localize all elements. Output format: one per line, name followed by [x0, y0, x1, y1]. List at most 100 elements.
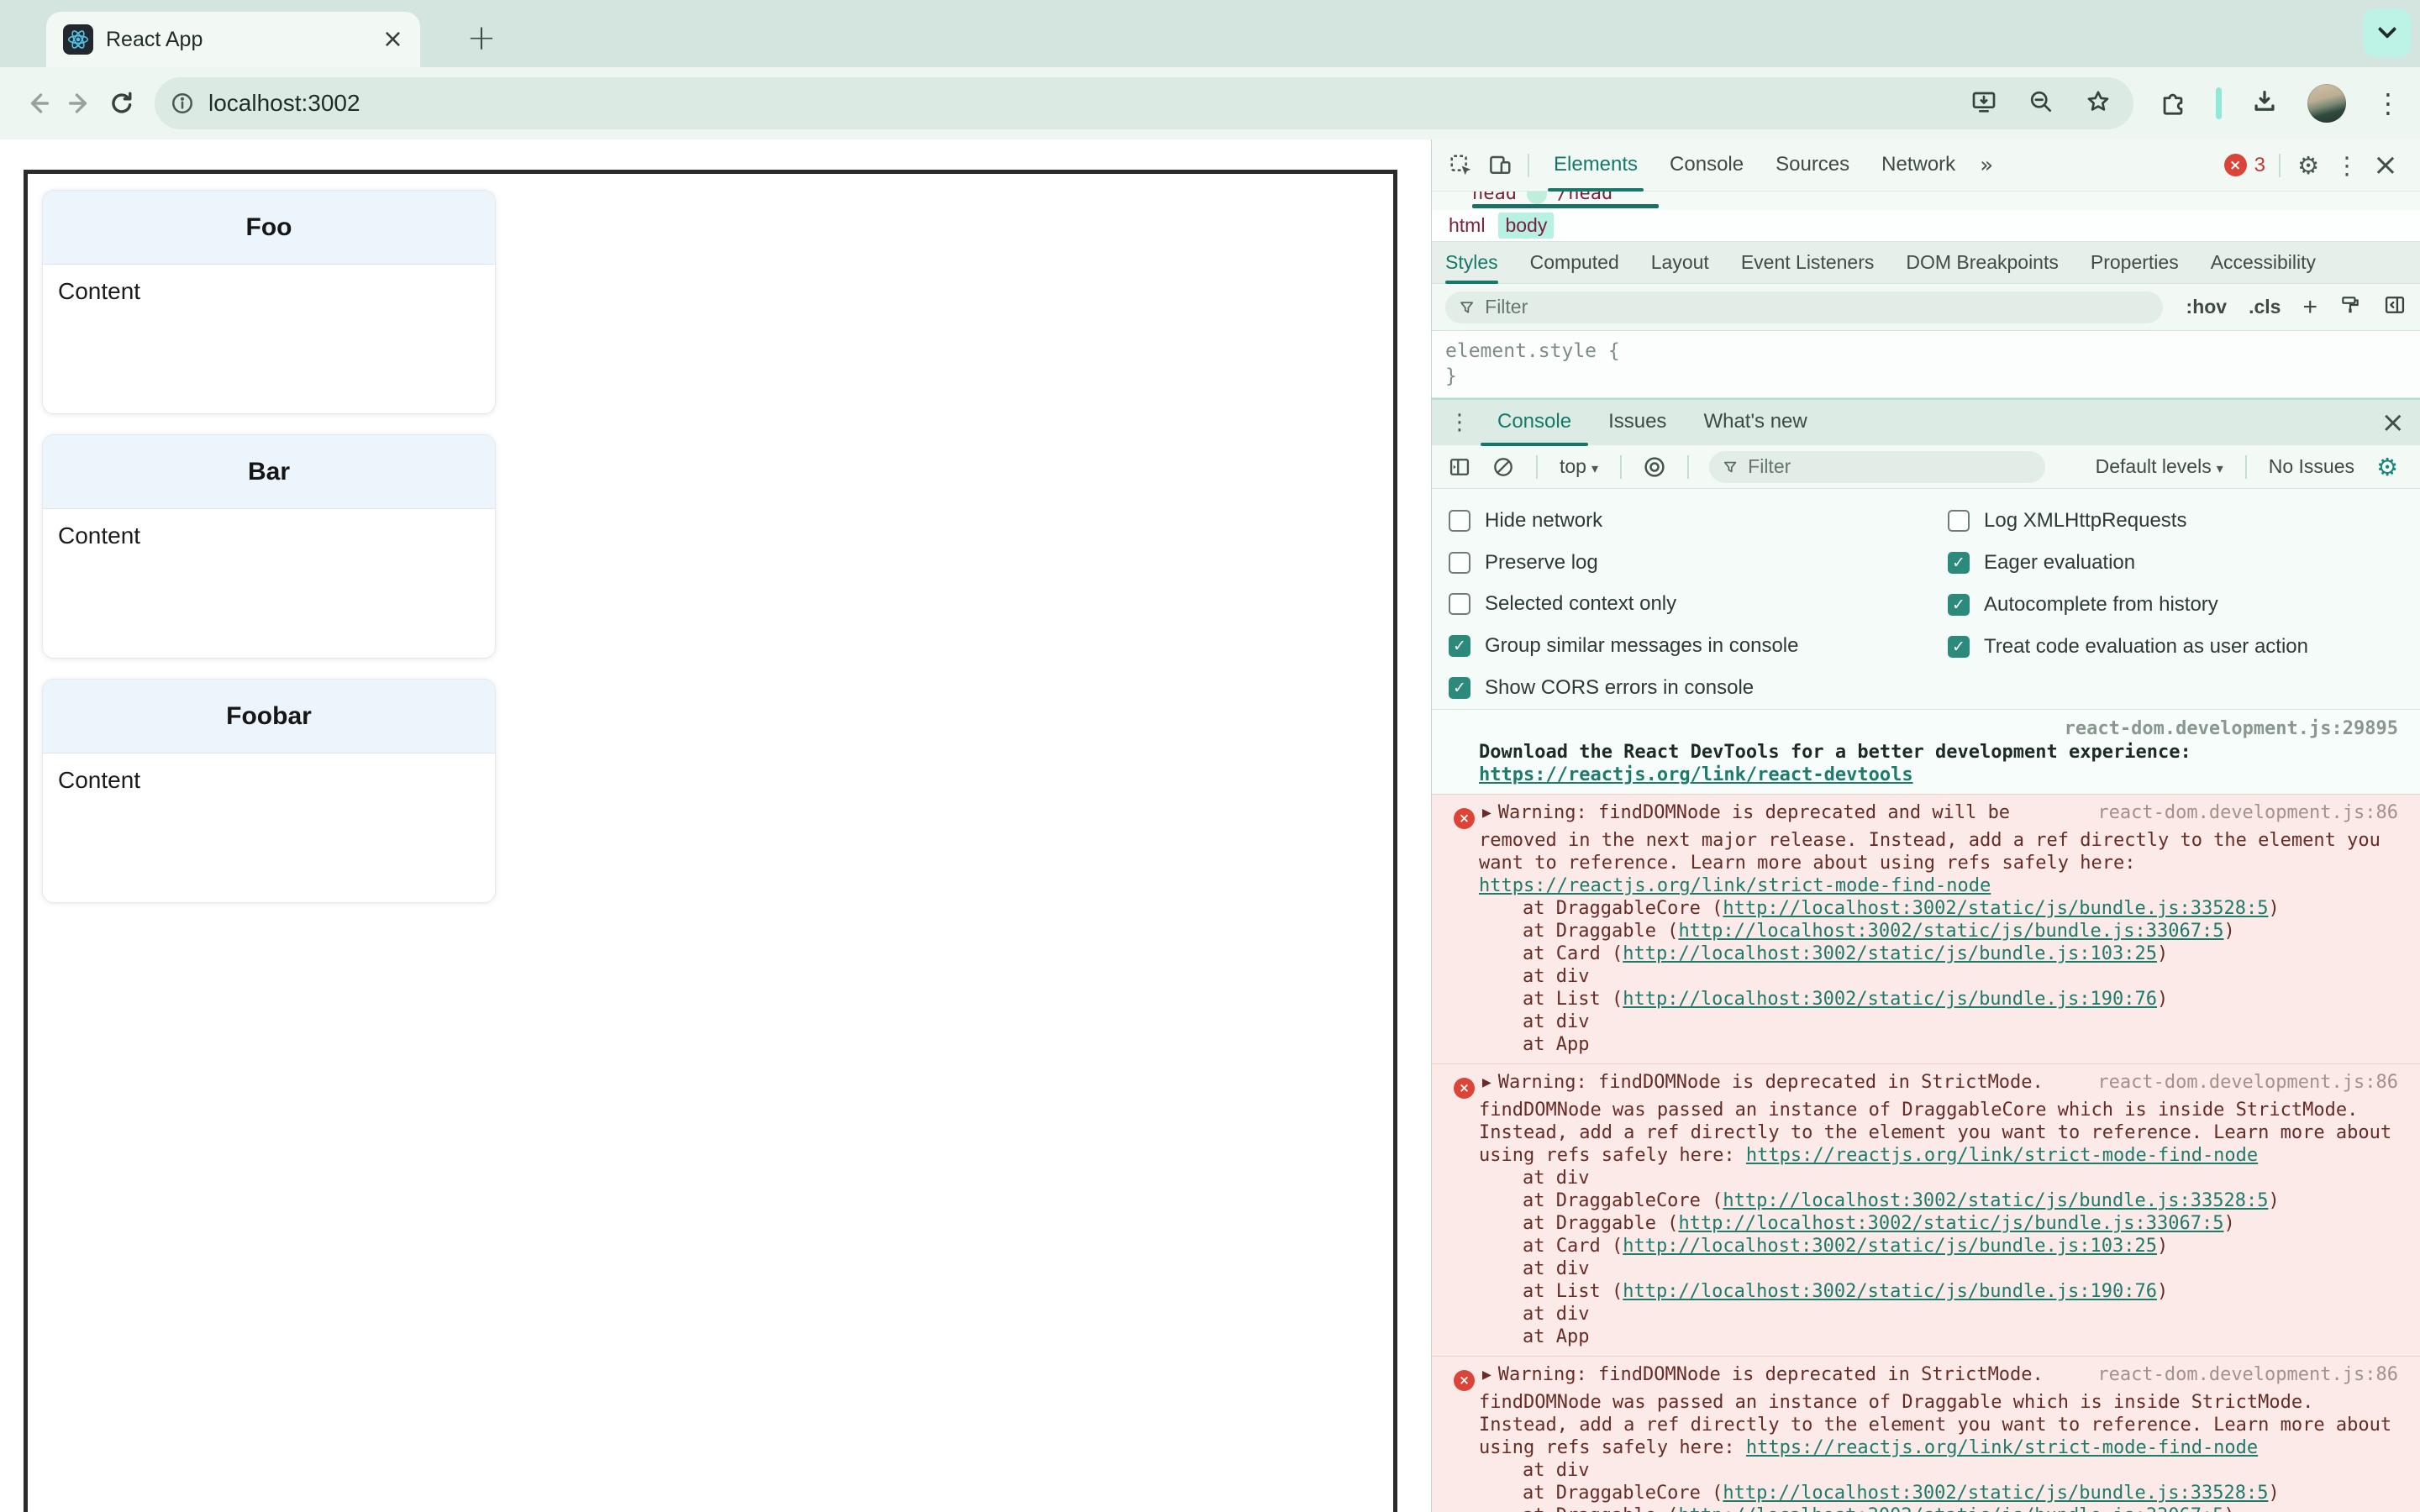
element-style-block[interactable]: element.style { } [1432, 331, 2420, 398]
source-location-link[interactable]: react-dom.development.js:86 [2097, 1363, 2398, 1386]
stack-frame-link[interactable]: http://localhost:3002/static/js/bundle.j… [1623, 943, 2157, 964]
url-text[interactable]: localhost:3002 [208, 90, 360, 117]
url-bar[interactable]: localhost:3002 [155, 77, 2133, 129]
new-tab-button[interactable]: + [458, 13, 505, 60]
card-header[interactable]: Foobar [43, 680, 495, 753]
dock-sidebar-icon[interactable] [2383, 293, 2407, 321]
card-header[interactable]: Foo [43, 191, 495, 265]
class-toggle[interactable]: .cls [2249, 296, 2281, 318]
browser-tab[interactable]: React App × [46, 12, 420, 67]
tab-search-chevron-button[interactable] [2363, 8, 2412, 57]
expand-triangle-icon[interactable]: ▶ [1482, 1368, 1491, 1382]
console-setting[interactable]: ✓ Autocomplete from history [1948, 584, 2308, 626]
browser-menu-icon[interactable]: ⋮ [2375, 90, 2402, 117]
console-sidebar-icon[interactable] [1440, 448, 1479, 486]
new-style-rule-button[interactable]: + [2302, 293, 2317, 322]
drawer-menu-icon[interactable]: ⋮ [1440, 403, 1479, 442]
stack-frame-link[interactable]: http://localhost:3002/static/js/bundle.j… [1678, 1505, 2223, 1512]
more-tabs-icon[interactable]: » [1971, 153, 2002, 178]
stack-frame-link[interactable]: http://localhost:3002/static/js/bundle.j… [1678, 921, 2223, 942]
card-header[interactable]: Bar [43, 435, 495, 509]
drawer-tab-issues[interactable]: Issues [1590, 399, 1685, 446]
stack-frame-link[interactable]: http://localhost:3002/static/js/bundle.j… [1678, 1213, 2223, 1234]
clear-console-icon[interactable] [1484, 448, 1523, 486]
zoom-out-icon[interactable] [2028, 88, 2054, 119]
install-app-icon[interactable] [1970, 88, 1997, 119]
message-link[interactable]: https://reactjs.org/link/strict-mode-fin… [1479, 874, 2398, 897]
console-settings-gear-icon[interactable]: ⚙ [2368, 448, 2407, 486]
rendering-emulation-icon[interactable] [2339, 294, 2361, 320]
drawer-close-icon[interactable]: × [2381, 406, 2406, 439]
breadcrumb-item-body[interactable]: body [1498, 213, 1555, 239]
styles-tab-accessibility[interactable]: Accessibility [2211, 242, 2316, 284]
context-selector[interactable]: top ▾ [1551, 455, 1607, 478]
styles-tab-styles[interactable]: Styles [1445, 242, 1498, 284]
message-link[interactable]: https://reactjs.org/link/strict-mode-fin… [1746, 1145, 2258, 1166]
checkbox-checked[interactable]: ✓ [1449, 635, 1470, 658]
drawer-tab-what-s-new[interactable]: What's new [1685, 399, 1825, 446]
checkbox-checked[interactable]: ✓ [1948, 594, 1970, 616]
live-expression-eye-icon[interactable] [1635, 448, 1674, 486]
checkbox-checked[interactable]: ✓ [1948, 552, 1970, 574]
console-setting[interactable]: ✓ Treat code evaluation as user action [1948, 626, 2308, 668]
source-location-link[interactable]: react-dom.development.js:86 [2097, 1071, 2398, 1094]
stack-frame-link[interactable]: http://localhost:3002/static/js/bundle.j… [1723, 898, 2268, 919]
message-link[interactable]: https://reactjs.org/link/strict-mode-fin… [1746, 1437, 2258, 1458]
source-location-link[interactable]: react-dom.development.js:86 [2097, 801, 2398, 824]
devtools-tab-network[interactable]: Network [1865, 139, 1971, 192]
styles-tab-layout[interactable]: Layout [1651, 242, 1709, 284]
pseudo-state-toggle[interactable]: :hov [2186, 296, 2228, 318]
stack-frame-link[interactable]: http://localhost:3002/static/js/bundle.j… [1623, 1281, 2157, 1302]
expand-triangle-icon[interactable]: ▶ [1482, 1076, 1491, 1089]
reload-button[interactable] [101, 82, 143, 124]
dom-tree-clipped[interactable]: head /head [1432, 192, 2420, 210]
console-setting[interactable]: ✓ Show CORS errors in console [1449, 667, 1948, 709]
checkbox-checked[interactable]: ✓ [1449, 677, 1470, 700]
draggable-card[interactable]: Foobar Content [42, 679, 496, 903]
checkbox-unchecked[interactable] [1449, 551, 1470, 574]
devtools-close-icon[interactable]: × [2366, 146, 2405, 185]
error-count-badge[interactable]: × 3 [2223, 154, 2265, 177]
issues-status[interactable]: No Issues [2260, 455, 2363, 478]
bookmark-star-icon[interactable] [2085, 88, 2112, 119]
stack-frame-link[interactable]: http://localhost:3002/static/js/bundle.j… [1623, 989, 2157, 1010]
draggable-card[interactable]: Bar Content [42, 434, 496, 659]
message-link[interactable]: https://reactjs.org/link/react-devtools [1479, 764, 2398, 786]
device-toolbar-icon[interactable] [1481, 146, 1519, 185]
console-filter-input[interactable] [1748, 455, 2033, 478]
draggable-card[interactable]: Foo Content [42, 190, 496, 414]
console-filter-pill[interactable] [1709, 450, 2046, 483]
stack-frame-link[interactable]: http://localhost:3002/static/js/bundle.j… [1623, 1236, 2157, 1257]
downloads-icon[interactable] [2250, 87, 2279, 120]
devtools-menu-icon[interactable]: ⋮ [2328, 146, 2366, 185]
expand-triangle-icon[interactable]: ▶ [1482, 806, 1491, 820]
tab-close-icon[interactable]: × [382, 27, 403, 52]
devtools-tab-elements[interactable]: Elements [1538, 139, 1654, 192]
checkbox-checked[interactable]: ✓ [1948, 636, 1970, 658]
console-setting[interactable]: Preserve log [1449, 542, 1948, 584]
checkbox-unchecked[interactable] [1449, 509, 1470, 532]
site-info-icon[interactable] [163, 84, 202, 123]
styles-filter-pill[interactable] [1445, 291, 2163, 323]
console-setting[interactable]: ✓ Group similar messages in console [1449, 625, 1948, 667]
styles-tab-event-listeners[interactable]: Event Listeners [1741, 242, 1875, 284]
console-setting[interactable]: ✓ Eager evaluation [1948, 542, 2308, 584]
stack-frame-link[interactable]: http://localhost:3002/static/js/bundle.j… [1723, 1190, 2268, 1211]
breadcrumb-item-html[interactable]: html [1442, 213, 1491, 239]
devtools-tab-sources[interactable]: Sources [1760, 139, 1865, 192]
console-setting[interactable]: Selected context only [1449, 584, 1948, 626]
source-location-link[interactable]: react-dom.development.js:29895 [1479, 717, 2398, 740]
profile-avatar[interactable] [2307, 84, 2346, 123]
log-levels-dropdown[interactable]: Default levels ▾ [2087, 455, 2232, 478]
console-setting[interactable]: Hide network [1449, 500, 1948, 542]
checkbox-unchecked[interactable] [1948, 510, 1970, 532]
styles-filter-input[interactable] [1485, 296, 2150, 318]
styles-tab-computed[interactable]: Computed [1530, 242, 1619, 284]
forward-button[interactable] [59, 82, 101, 124]
inspect-element-icon[interactable] [1442, 146, 1481, 185]
checkbox-unchecked[interactable] [1449, 593, 1470, 616]
drawer-tab-console[interactable]: Console [1479, 399, 1590, 446]
console-setting[interactable]: Log XMLHttpRequests [1948, 500, 2308, 542]
styles-tab-dom-breakpoints[interactable]: DOM Breakpoints [1906, 242, 2059, 284]
devtools-settings-gear-icon[interactable]: ⚙ [2289, 146, 2328, 185]
